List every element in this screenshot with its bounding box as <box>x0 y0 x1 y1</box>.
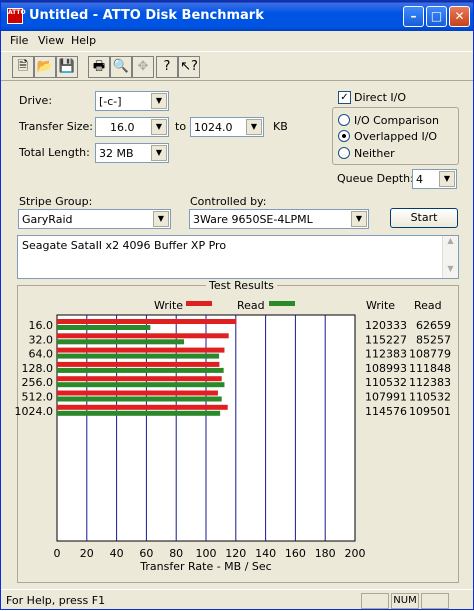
write-bar <box>57 390 218 396</box>
legend-read-label: Read <box>237 299 265 312</box>
write-value: 107991 <box>365 391 407 404</box>
write-bar <box>57 333 229 339</box>
x-tick-label: 20 <box>80 547 94 560</box>
status-panel-caps <box>361 593 389 609</box>
x-tick-label: 40 <box>110 547 124 560</box>
x-tick-label: 180 <box>315 547 336 560</box>
y-tick-label: 512.0 <box>22 391 54 404</box>
legend-write-label: Write <box>154 299 183 312</box>
y-tick-label: 1024.0 <box>15 405 54 418</box>
read-value: 108779 <box>409 348 451 361</box>
write-value: 112383 <box>365 348 407 361</box>
read-bar <box>57 367 224 373</box>
legend-read-swatch <box>269 301 295 306</box>
read-bar <box>57 382 225 388</box>
read-bar <box>57 410 221 416</box>
y-tick-label: 16.0 <box>29 319 54 332</box>
x-tick-label: 160 <box>285 547 306 560</box>
read-value: 85257 <box>416 333 451 346</box>
x-tick-label: 100 <box>196 547 217 560</box>
results-column-write: Write <box>366 299 395 312</box>
write-bar <box>57 376 222 382</box>
y-tick-label: 128.0 <box>22 362 54 375</box>
x-tick-label: 200 <box>345 547 366 560</box>
write-bar <box>57 319 237 324</box>
read-bar <box>57 353 220 359</box>
read-value: 110532 <box>409 391 451 404</box>
read-bar <box>57 396 222 402</box>
read-value: 62659 <box>416 319 451 332</box>
status-panel-scroll <box>421 593 449 609</box>
write-value: 108993 <box>365 362 407 375</box>
x-tick-label: 80 <box>169 547 183 560</box>
y-tick-label: 64.0 <box>29 348 54 361</box>
read-value: 109501 <box>409 405 451 418</box>
read-bar <box>57 339 185 345</box>
write-value: 110532 <box>365 376 407 389</box>
write-value: 115227 <box>365 333 407 346</box>
write-value: 114576 <box>365 405 407 418</box>
write-bar <box>57 361 220 367</box>
x-tick-label: 120 <box>225 547 246 560</box>
read-value: 112383 <box>409 376 451 389</box>
y-tick-label: 32.0 <box>29 333 54 346</box>
x-tick-label: 60 <box>139 547 153 560</box>
y-tick-label: 256.0 <box>22 376 54 389</box>
x-axis-label: Transfer Rate - MB / Sec <box>139 560 271 573</box>
write-bar <box>57 347 225 353</box>
legend-write-swatch <box>186 301 212 306</box>
results-column-read: Read <box>414 299 442 312</box>
status-panel-num: NUM <box>391 593 419 609</box>
results-chart: 0 20 40 60 80 100 120 140 160 180 200 Transfer Rate… <box>15 299 452 573</box>
x-tick-label: 140 <box>255 547 276 560</box>
write-bar <box>57 404 228 410</box>
status-bar: For Help, press F1 NUM <box>1 589 473 609</box>
read-bar <box>57 325 151 330</box>
read-value: 111848 <box>409 362 451 375</box>
write-value: 120333 <box>365 319 407 332</box>
app-window: ATTO Untitled - ATTO Disk Benchmark – □ … <box>0 0 474 610</box>
x-tick-label: 0 <box>54 547 61 560</box>
status-text: For Help, press F1 <box>6 594 106 607</box>
